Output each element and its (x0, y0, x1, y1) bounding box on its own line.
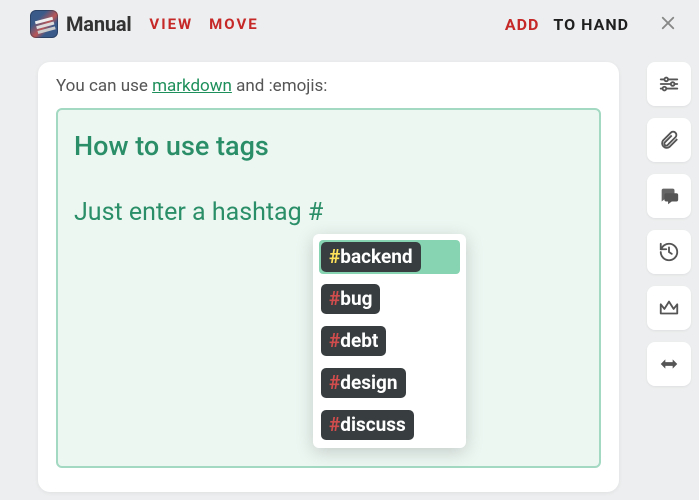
add-button[interactable]: ADD (505, 15, 540, 34)
hint-post: and :emojis: (232, 76, 327, 96)
tag-chip: #bug (321, 284, 380, 314)
history-icon[interactable] (647, 230, 691, 274)
resize-h-icon[interactable] (647, 342, 691, 386)
suggestion-item[interactable]: #discuss (319, 408, 460, 442)
nav-move[interactable]: MOVE (209, 15, 259, 33)
app-icon (30, 10, 58, 38)
paperclip-icon[interactable] (647, 118, 691, 162)
sliders-icon[interactable] (647, 62, 691, 106)
tag-suggestions: #backend #bug #debt #design #discuss (313, 234, 466, 448)
comments-icon[interactable] (647, 174, 691, 218)
editor-hint: You can use markdown and :emojis: (56, 76, 601, 96)
suggestion-item[interactable]: #design (319, 366, 460, 400)
suggestion-item[interactable]: #backend (319, 240, 460, 274)
tag-chip: #design (321, 368, 406, 398)
suggestion-item[interactable]: #bug (319, 282, 460, 316)
editor-area[interactable]: How to use tags Just enter a hashtag # #… (56, 108, 601, 468)
card-panel: You can use markdown and :emojis: How to… (38, 62, 619, 492)
editor-heading: How to use tags (74, 130, 583, 162)
to-hand-label: TO HAND (553, 15, 629, 34)
editor-line: Just enter a hashtag # (74, 198, 583, 227)
tag-chip: #debt (321, 326, 386, 356)
nav-view[interactable]: VIEW (149, 15, 193, 33)
tag-chip: #discuss (321, 410, 414, 440)
hint-pre: You can use (56, 76, 152, 96)
markdown-link[interactable]: markdown (152, 76, 232, 96)
suggestion-item[interactable]: #debt (319, 324, 460, 358)
crown-icon[interactable] (647, 286, 691, 330)
right-sidebar (647, 62, 691, 398)
tag-chip: #backend (321, 242, 421, 272)
close-icon[interactable] (659, 14, 679, 34)
topbar: Manual VIEW MOVE ADD TO HAND (0, 0, 699, 48)
app-title: Manual (66, 12, 131, 36)
